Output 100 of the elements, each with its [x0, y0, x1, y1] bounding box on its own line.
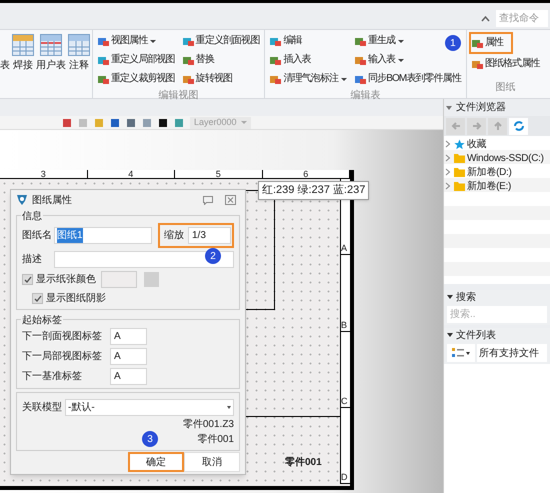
group-label: 编辑视图 [158, 88, 199, 103]
column-number: 4 [88, 170, 175, 178]
ribbon-button[interactable]: 输入表 [352, 51, 408, 69]
input-field[interactable]: 图纸1 [54, 227, 152, 244]
input-field[interactable]: A [110, 368, 147, 385]
panel-header: 文件浏览器 [444, 99, 550, 116]
comment-icon[interactable] [203, 196, 213, 204]
up-icon[interactable] [488, 118, 507, 134]
title-block-text: 零件001 [285, 456, 322, 470]
checkbox-label: 显示图纸阴影 [46, 292, 106, 306]
tool-icon [182, 54, 194, 66]
checkbox[interactable] [32, 293, 43, 304]
selected-text: 图纸1 [57, 228, 83, 243]
ribbon-large-button[interactable]: 注释 [68, 34, 90, 73]
field-label: 下一基准标签 [22, 370, 83, 384]
field-label: 下一局部视图标签 [22, 350, 103, 364]
tool-icon [472, 58, 483, 70]
column-number: 6 [262, 170, 350, 178]
ribbon-button[interactable]: 旋转视图 [180, 70, 236, 88]
table-icon [40, 34, 62, 56]
color-picker-button[interactable] [144, 272, 159, 287]
step-badge: 3 [142, 431, 158, 447]
file-filter[interactable]: 所有支持文件 [477, 344, 547, 362]
checkbox[interactable] [22, 274, 33, 285]
caret-icon [466, 352, 470, 354]
field-label: 关联模型 [22, 400, 62, 415]
tool-icon [182, 74, 194, 84]
tool-icon [182, 36, 194, 46]
star-icon [454, 138, 465, 150]
dialog-logo-icon [16, 194, 28, 206]
model-dropdown[interactable]: -默认- [65, 399, 234, 416]
ribbon-button[interactable]: 重定义裁剪视图 [95, 70, 178, 88]
ribbon-button[interactable]: 重生成 [352, 32, 408, 50]
tool-icon [270, 54, 282, 66]
forward-icon[interactable] [467, 118, 486, 134]
tool-icon [355, 54, 366, 66]
tree-item[interactable]: Windows-SSD(C:) [444, 151, 550, 165]
caret-icon [398, 58, 404, 62]
model-file-text: 零件001 [197, 434, 234, 446]
back-icon[interactable] [446, 118, 465, 134]
ribbon-button[interactable]: 图纸格式属性 [468, 55, 543, 73]
input-field[interactable]: A [110, 348, 147, 365]
step-badge: 1 [444, 35, 461, 51]
caret-icon [447, 333, 453, 337]
close-icon[interactable] [225, 195, 236, 205]
view-mode-button[interactable] [447, 344, 475, 362]
step-badge: 2 [205, 248, 221, 264]
caret-icon [447, 295, 453, 299]
color-swatch[interactable] [101, 271, 137, 288]
tree-item[interactable]: 收藏 [444, 137, 550, 151]
ribbon-button[interactable]: 清理气泡标注 [267, 70, 350, 88]
ribbon-button[interactable]: 视图属性 [95, 32, 160, 50]
table-icon [68, 34, 90, 56]
tool-icon [270, 74, 282, 84]
dialog-button[interactable]: 确定 [128, 452, 184, 472]
ribbon-button[interactable]: 插入表 [267, 51, 314, 69]
caret-icon [227, 406, 231, 409]
caret-icon [240, 121, 247, 124]
tool-icon [98, 36, 109, 46]
input-field[interactable]: A [110, 328, 147, 345]
ribbon-button[interactable]: 同步BOM表到零件属性 [352, 70, 464, 88]
tool-icon [270, 36, 282, 46]
dialog-button[interactable]: 取消 [184, 452, 240, 472]
row-letter: C [341, 332, 350, 408]
tree-item[interactable]: 新加卷(D:) [444, 165, 550, 179]
field-label: 缩放 [164, 228, 184, 243]
ribbon-large-button[interactable]: 表 [0, 34, 10, 73]
input-field[interactable]: 1/3 [188, 227, 231, 244]
group-label: 图纸 [496, 81, 516, 95]
tool-icon [355, 36, 366, 46]
color-tooltip: 红:239 绿:237 蓝:237 [258, 181, 370, 200]
ribbon-button[interactable]: 重定义局部视图 [95, 51, 178, 69]
row-letter: B [341, 255, 350, 332]
tool-icon [98, 74, 109, 84]
tool-icon [98, 54, 109, 66]
list-icon [452, 347, 464, 359]
ribbon-button[interactable]: 编辑 [267, 32, 305, 50]
column-number: 3 [0, 170, 88, 178]
row-letter: D [341, 408, 350, 484]
caret-icon [446, 106, 452, 110]
tool-icon [355, 74, 366, 84]
model-file-text: 零件001.Z3 [182, 419, 234, 431]
collapse-icon[interactable] [481, 16, 490, 22]
ribbon-large-button[interactable]: 焊接 [12, 34, 34, 73]
tree-item[interactable]: 新加卷(E:) [444, 179, 550, 193]
ribbon-button[interactable]: 属性 [468, 32, 514, 54]
group-label: 编辑表 [350, 88, 381, 103]
ribbon-button[interactable]: 重定义剖面视图 [180, 32, 262, 50]
field-label: 图纸名 [22, 229, 53, 243]
ribbon-button[interactable]: 替换 [180, 51, 217, 69]
field-label: 描述 [22, 252, 43, 267]
input-field[interactable] [54, 251, 234, 268]
column-number: 5 [175, 170, 262, 178]
ribbon-large-button[interactable]: 用户表 [36, 34, 66, 73]
tool-icon [472, 38, 483, 48]
table-icon [12, 34, 34, 56]
folder-icon [454, 181, 465, 191]
folder-icon [454, 167, 465, 177]
caret-icon [398, 40, 404, 42]
refresh-icon[interactable] [509, 118, 528, 134]
